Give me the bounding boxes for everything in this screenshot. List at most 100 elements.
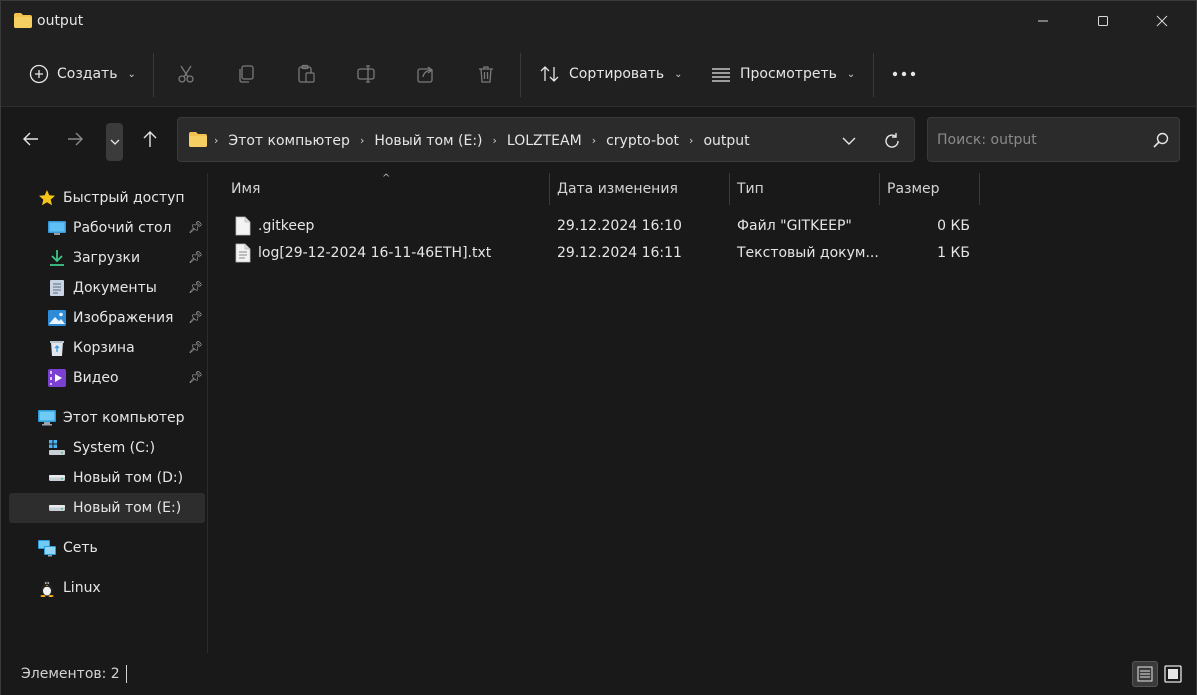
paste-icon — [298, 64, 315, 83]
arrow-left-icon — [23, 132, 38, 146]
sidebar-item-label: Быстрый доступ — [63, 190, 185, 206]
sidebar-item-downloads[interactable]: Загрузки — [47, 243, 140, 273]
arrow-right-icon — [68, 132, 83, 146]
column-header-type[interactable]: Тип — [737, 173, 879, 205]
sidebar-item-recycle-bin[interactable]: Корзина — [47, 333, 135, 363]
sidebar-item-this-pc[interactable]: Этот компьютер — [37, 403, 185, 433]
linux-penguin-icon — [37, 578, 57, 598]
pin-icon[interactable]: 📌︎ — [188, 370, 203, 384]
cut-icon — [178, 65, 194, 83]
recycle-bin-icon — [47, 338, 67, 358]
breadcrumb-lolzteam[interactable]: LOLZTEAM — [507, 133, 582, 149]
drive-icon — [47, 468, 67, 488]
column-divider[interactable] — [879, 173, 880, 205]
paste-button[interactable] — [289, 57, 323, 91]
breadcrumb-crypto-bot[interactable]: crypto-bot — [606, 133, 679, 149]
sidebar-item-label: System (C:) — [73, 440, 156, 456]
sidebar-item-linux[interactable]: Linux — [37, 573, 101, 603]
chevron-right-icon[interactable]: › — [493, 134, 497, 147]
column-header-size[interactable]: Размер — [887, 173, 979, 205]
chevron-right-icon[interactable]: › — [592, 134, 596, 147]
star-icon — [37, 188, 57, 208]
sidebar-item-drive-d[interactable]: Новый том (D:) — [47, 463, 183, 493]
table-row[interactable]: .gitkeep 29.12.2024 16:10 Файл "GITKEEP"… — [208, 214, 988, 241]
address-bar[interactable]: › Этот компьютер › Новый том (E:) › LOLZ… — [177, 117, 915, 162]
pin-icon[interactable]: 📌︎ — [188, 340, 203, 354]
sidebar-item-videos[interactable]: Видео — [47, 363, 119, 393]
title-bar[interactable]: output — [1, 1, 1196, 43]
separator — [520, 53, 521, 97]
sidebar-item-network[interactable]: Сеть — [37, 533, 98, 563]
forward-button[interactable] — [59, 123, 91, 155]
file-date: 29.12.2024 16:10 — [557, 218, 682, 234]
minimize-icon — [1038, 20, 1048, 22]
sidebar-item-label: Сеть — [63, 540, 98, 556]
cut-button[interactable] — [169, 57, 203, 91]
refresh-button[interactable] — [880, 129, 904, 153]
view-list-icon — [712, 68, 730, 82]
chevron-right-icon[interactable]: › — [689, 134, 693, 147]
column-header-label: Размер — [887, 181, 940, 197]
breadcrumb-this-pc[interactable]: Этот компьютер — [228, 133, 350, 149]
file-type: Текстовый докум... — [737, 245, 879, 261]
sort-icon — [540, 66, 559, 82]
delete-button[interactable] — [469, 57, 503, 91]
details-view-button[interactable] — [1132, 661, 1158, 687]
breadcrumb-output[interactable]: output — [703, 133, 749, 149]
sidebar-item-system-c[interactable]: System (C:) — [47, 433, 155, 463]
pin-icon[interactable]: 📌︎ — [188, 280, 203, 294]
documents-icon — [47, 278, 67, 298]
refresh-icon — [885, 133, 899, 148]
column-divider[interactable] — [979, 173, 980, 205]
maximize-button[interactable] — [1074, 1, 1132, 41]
rename-button[interactable] — [349, 57, 383, 91]
pin-icon[interactable]: 📌︎ — [188, 220, 203, 234]
sidebar-item-label: Корзина — [73, 340, 135, 356]
column-header-date[interactable]: Дата изменения — [557, 173, 729, 205]
recent-locations-button[interactable] — [106, 123, 123, 161]
more-icon — [892, 71, 916, 77]
view-button[interactable]: Просмотреть ⌄ — [710, 55, 855, 93]
large-icons-view-button[interactable] — [1160, 661, 1186, 687]
minimize-button[interactable] — [1014, 1, 1072, 41]
chevron-down-icon — [842, 137, 856, 145]
pin-icon[interactable]: 📌︎ — [188, 310, 203, 324]
new-button[interactable]: Создать ⌄ — [29, 55, 136, 93]
column-header-name[interactable]: Имя — [231, 173, 549, 205]
arrow-up-icon — [143, 131, 157, 147]
sort-button[interactable]: Сортировать ⌄ — [539, 55, 683, 93]
sidebar-item-quick-access[interactable]: Быстрый доступ — [37, 183, 185, 213]
navigation-bar: › Этот компьютер › Новый том (E:) › LOLZ… — [1, 107, 1196, 173]
search-input[interactable] — [937, 129, 1137, 151]
sidebar-item-desktop[interactable]: Рабочий стол — [47, 213, 172, 243]
pictures-icon — [47, 308, 67, 328]
column-divider[interactable] — [729, 173, 730, 205]
sidebar-item-label: Изображения — [73, 310, 174, 326]
text-file-icon — [235, 243, 251, 263]
chevron-right-icon[interactable]: › — [360, 134, 364, 147]
rename-icon — [357, 65, 375, 83]
column-divider[interactable] — [549, 173, 550, 205]
breadcrumb-drive-e[interactable]: Новый том (E:) — [374, 133, 482, 149]
sidebar-item-pictures[interactable]: Изображения — [47, 303, 173, 333]
more-options-button[interactable] — [889, 55, 919, 93]
maximize-icon — [1098, 16, 1108, 26]
sidebar-item-documents[interactable]: Документы — [47, 273, 157, 303]
search-box[interactable] — [927, 117, 1180, 162]
sidebar-item-drive-e[interactable]: Новый том (E:) — [9, 493, 205, 523]
back-button[interactable] — [15, 123, 47, 155]
close-icon — [1156, 15, 1168, 27]
close-button[interactable] — [1133, 1, 1191, 41]
table-row[interactable]: log[29-12-2024 16-11-46ETH].txt 29.12.20… — [208, 241, 988, 268]
copy-icon — [239, 65, 254, 83]
share-button[interactable] — [409, 57, 443, 91]
copy-button[interactable] — [229, 57, 263, 91]
navigation-pane: Быстрый доступ Рабочий стол 📌︎ Загрузки … — [1, 173, 208, 653]
search-icon[interactable] — [1152, 131, 1170, 149]
pin-icon[interactable]: 📌︎ — [188, 250, 203, 264]
up-button[interactable] — [134, 123, 166, 155]
column-header-label: Тип — [737, 181, 764, 197]
computer-icon — [37, 408, 57, 428]
address-history-button[interactable] — [838, 130, 860, 152]
plus-circle-icon — [29, 64, 49, 84]
